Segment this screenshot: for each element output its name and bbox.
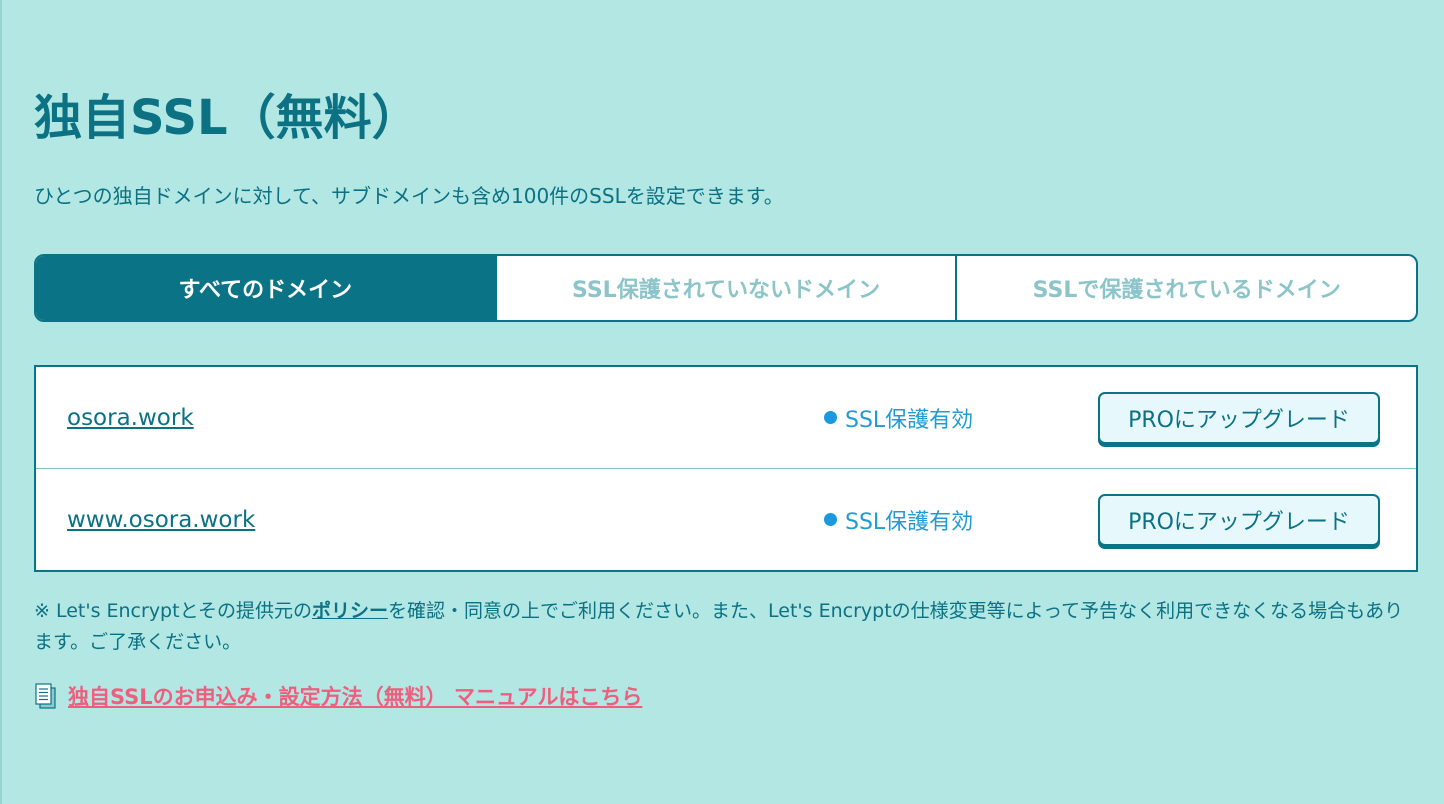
left-border	[0, 0, 2, 804]
status-dot-icon	[824, 411, 837, 424]
page-title: 独自SSL（無料）	[34, 90, 420, 146]
domain-filter-tabs: すべてのドメイン SSL保護されていないドメイン SSLで保護されているドメイン	[34, 254, 1418, 322]
tab-protected-domains[interactable]: SSLで保護されているドメイン	[955, 256, 1416, 320]
tab-all-domains[interactable]: すべてのドメイン	[36, 256, 495, 320]
ssl-status: SSL保護有効	[824, 402, 973, 434]
terms-note: ※ Let's Encryptとその提供元のポリシーを確認・同意の上でご利用くだ…	[34, 596, 1414, 658]
table-row: osora.work SSL保護有効 PROにアップグレード	[36, 367, 1416, 468]
domain-link[interactable]: www.osora.work	[67, 507, 255, 533]
tab-unprotected-domains[interactable]: SSL保護されていないドメイン	[494, 256, 956, 320]
ssl-status-label: SSL保護有効	[845, 407, 974, 433]
ssl-status-label: SSL保護有効	[845, 509, 974, 535]
document-icon	[35, 683, 56, 709]
upgrade-pro-button[interactable]: PROにアップグレード	[1098, 391, 1380, 444]
status-dot-icon	[824, 513, 837, 526]
note-prefix: ※ Let's Encryptとその提供元の	[34, 600, 313, 622]
manual-link-row: 独自SSLのお申込み・設定方法（無料） マニュアルはこちら	[34, 681, 642, 711]
domain-table: osora.work SSL保護有効 PROにアップグレード www.osora…	[34, 365, 1418, 572]
page-description: ひとつの独自ドメインに対して、サブドメインも含め100件のSSLを設定できます。	[34, 184, 784, 208]
ssl-status: SSL保護有効	[824, 504, 973, 536]
policy-link[interactable]: ポリシー	[312, 600, 388, 622]
domain-link[interactable]: osora.work	[67, 405, 194, 431]
manual-link[interactable]: 独自SSLのお申込み・設定方法（無料） マニュアルはこちら	[68, 681, 642, 711]
upgrade-pro-button[interactable]: PROにアップグレード	[1098, 493, 1380, 546]
table-row: www.osora.work SSL保護有効 PROにアップグレード	[36, 468, 1416, 570]
